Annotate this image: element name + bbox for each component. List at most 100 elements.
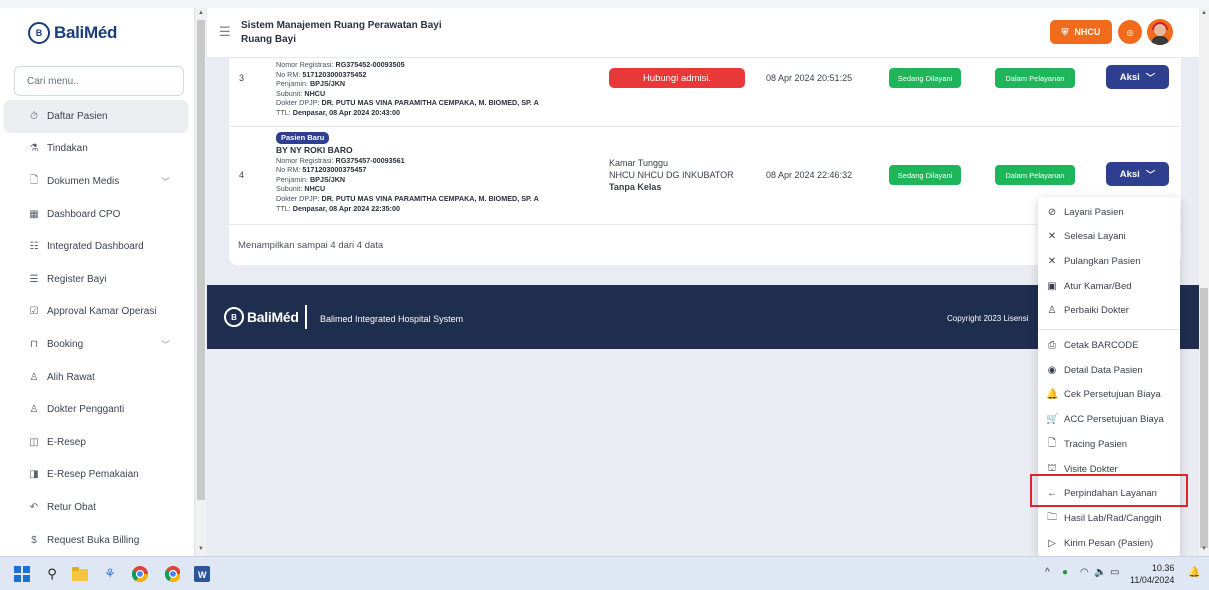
wifi-icon[interactable]: ◠ [1080, 567, 1089, 578]
row-number: 3 [239, 73, 245, 83]
scroll-up-arrow-icon[interactable]: ▲ [196, 10, 206, 16]
top-header: ☰ Sistem Manajemen Ruang Perawatan Bayi … [207, 8, 1199, 58]
menu-item-label: Dokumen Medis [47, 175, 120, 187]
menu-item-icon: ⏱ [30, 110, 38, 122]
menu-item-icon: ☰ [29, 273, 39, 285]
logo-emblem-icon: B [224, 307, 244, 327]
row-number: 4 [239, 170, 245, 180]
sidebar-item-alih-rawat[interactable]: ♙ Alih Rawat [4, 361, 188, 394]
battery-icon[interactable]: ▭ [1110, 567, 1119, 578]
word-icon[interactable]: W [194, 566, 210, 582]
menu-item-selesai-layani[interactable]: ✕ Selesai Layani [1038, 226, 1180, 248]
menu-item-label: Register Bayi [47, 273, 107, 285]
room-info: Kamar Tunggu NHCU NHCU DG INKUBATOR Tanp… [609, 158, 734, 192]
contact-admission-alert[interactable]: Hubungi admisi. [609, 68, 745, 88]
network-app-icon[interactable]: ⚘ [102, 566, 118, 582]
menu-item-acc-persetujuan-biaya[interactable]: 🛒 ACC Persetujuan Biaya [1038, 409, 1180, 431]
menu-item-icon: ◨ [29, 469, 39, 481]
sidebar-item-daftar-pasien[interactable]: ⏱ Daftar Pasien [4, 100, 188, 133]
menu-item-label: Selesai Layani [1064, 231, 1126, 243]
menu-item-atur-kamar-bed[interactable]: ▣ Atur Kamar/Bed [1038, 275, 1180, 297]
menu-item-hasil-lab-rad-canggih[interactable]: 🗀 Hasil Lab/Rad/Canggih [1038, 507, 1180, 529]
menu-item-label: Daftar Pasien [47, 110, 108, 122]
menu-item-icon: ⊘ [1047, 206, 1057, 218]
svg-text:W: W [198, 570, 207, 580]
sidebar-item-dokter-pengganti[interactable]: ♙ Dokter Pengganti [4, 393, 188, 426]
sidebar-item-booking[interactable]: ⊓ Booking ﹀ [4, 328, 188, 361]
menu-item-kirim-pesan-pasien-[interactable]: ▷ Kirim Pesan (Pasien) [1038, 532, 1180, 554]
sidebar-item-retur-obat[interactable]: ↶ Retur Obat [4, 491, 188, 524]
sidebar-item-dashboard-cpo[interactable]: ▦ Dashboard CPO [4, 198, 188, 231]
user-avatar[interactable] [1147, 19, 1173, 45]
scroll-up-arrow-icon[interactable]: ▲ [1199, 10, 1209, 16]
sidebar-scrollbar[interactable]: ▲ ▼ [196, 8, 206, 556]
menu-item-icon: ⚗ [29, 143, 39, 155]
hamburger-menu-icon[interactable]: ☰ [219, 24, 231, 40]
registration-datetime: 08 Apr 2024 22:46:32 [766, 170, 853, 180]
tray-expand-icon[interactable]: ^ [1045, 567, 1050, 578]
menu-item-cetak-barcode[interactable]: ⎙ Cetak BARCODE [1038, 335, 1180, 357]
windows-start-icon[interactable] [14, 566, 30, 582]
notification-bell-icon[interactable]: 🔔 [1188, 567, 1200, 578]
menu-item-icon: ♙ [1047, 305, 1057, 317]
menu-item-label: Retur Obat [47, 501, 96, 513]
menu-item-tracing-pasien[interactable]: 🗋 Tracing Pasien [1038, 433, 1180, 455]
menu-item-layani-pasien[interactable]: ⊘ Layani Pasien [1038, 201, 1180, 223]
hospital-icon: ⛨ [1061, 26, 1069, 37]
sidebar-item-tindakan[interactable]: ⚗ Tindakan [4, 133, 188, 166]
clock[interactable]: 10.36 11/04/2024 [1130, 562, 1174, 586]
settings-circle-button[interactable]: ◎ [1118, 20, 1142, 44]
sidebar-item-e-resep-pemakaian[interactable]: ◨ E-Resep Pemakaian [4, 459, 188, 492]
search-icon[interactable]: ⚲ [44, 566, 60, 582]
menu-search-input[interactable]: Cari menu.. [14, 66, 184, 96]
sidebar: B BaliMéd Cari menu.. ⏱ Daftar Pasien ⚗ Tin… [0, 8, 195, 556]
menu-item-label: Hasil Lab/Rad/Canggih [1064, 512, 1162, 524]
menu-item-icon: 🗀 [1047, 511, 1057, 523]
patient-info: Nomor Registrasi: RG375452-00093505 No R… [276, 60, 539, 117]
clock-time: 10.36 [1151, 563, 1175, 573]
menu-item-icon: ▦ [29, 208, 39, 220]
menu-item-icon: 🛒 [1046, 414, 1059, 426]
volume-icon[interactable]: 🔈 [1094, 567, 1106, 578]
menu-item-label: Visite Dokter [1064, 463, 1118, 475]
sidebar-scroll-thumb[interactable] [197, 20, 205, 500]
sidebar-item-integrated-dashboard[interactable]: ☷ Integrated Dashboard [4, 230, 188, 263]
menu-item-icon: ◫ [29, 436, 39, 448]
sidebar-item-e-resep[interactable]: ◫ E-Resep [4, 426, 188, 459]
page-subtitle: Ruang Bayi [241, 34, 297, 45]
clock-date: 11/04/2024 [1130, 575, 1175, 585]
menu-item-detail-data-pasien[interactable]: ◉ Detail Data Pasien [1038, 359, 1180, 381]
menu-item-perbaiki-dokter[interactable]: ♙ Perbaiki Dokter [1038, 300, 1180, 322]
menu-item-label: Dashboard CPO [47, 208, 121, 220]
balimed-logo[interactable]: B BaliMéd [28, 22, 117, 44]
chrome-icon[interactable] [132, 566, 148, 582]
table-row: 3 Nomor Registrasi: RG375452-00093505 No… [229, 58, 1181, 127]
aksi-dropdown-button[interactable]: Aksi ﹀ [1106, 65, 1169, 89]
menu-item-label: Request Buka Billing [47, 534, 140, 546]
sidebar-item-register-bayi[interactable]: ☰ Register Bayi [4, 263, 188, 296]
registration-datetime: 08 Apr 2024 20:51:25 [766, 73, 853, 83]
menu-item-pulangkan-pasien[interactable]: ✕ Pulangkan Pasien [1038, 250, 1180, 272]
menu-item-icon: 🗋 [29, 174, 39, 186]
file-explorer-icon[interactable] [72, 566, 88, 582]
scroll-down-arrow-icon[interactable]: ▼ [196, 546, 206, 552]
tray-app-icon[interactable]: ● [1062, 567, 1068, 578]
menu-item-cek-persetujuan-biaya[interactable]: 🔔 Cek Persetujuan Biaya [1038, 384, 1180, 406]
menu-item-label: Dokter Pengganti [47, 404, 125, 416]
menu-item-label: Cetak BARCODE [1064, 340, 1139, 351]
main-scrollbar[interactable]: ▲ ▼ [1199, 8, 1209, 556]
sidebar-item-dokumen-medis[interactable]: 🗋 Dokumen Medis ﹀ [4, 165, 188, 198]
sidebar-item-request-buka-billing[interactable]: $ Request Buka Billing [4, 524, 188, 556]
sidebar-item-approval-kamar-operasi[interactable]: ☑ Approval Kamar Operasi [4, 296, 188, 329]
page-title: Sistem Manajemen Ruang Perawatan Bayi [241, 20, 442, 31]
main-scroll-thumb[interactable] [1200, 288, 1208, 548]
chrome-profile-icon[interactable] [164, 566, 180, 583]
menu-item-label: Pulangkan Pasien [1064, 255, 1141, 267]
scroll-down-arrow-icon[interactable]: ▼ [1199, 546, 1209, 552]
status-badge-in-service: Dalam Pelayanan [995, 68, 1075, 88]
unit-select-button[interactable]: ⛨ NHCU [1050, 20, 1112, 44]
menu-divider [1038, 328, 1180, 330]
menu-item-label: ACC Persetujuan Biaya [1064, 414, 1164, 426]
aksi-dropdown-button[interactable]: Aksi ﹀ [1106, 162, 1169, 186]
sidebar-menu: ⏱ Daftar Pasien ⚗ Tindakan 🗋 Dokumen Medis ﹀ ▦ D… [4, 100, 188, 556]
